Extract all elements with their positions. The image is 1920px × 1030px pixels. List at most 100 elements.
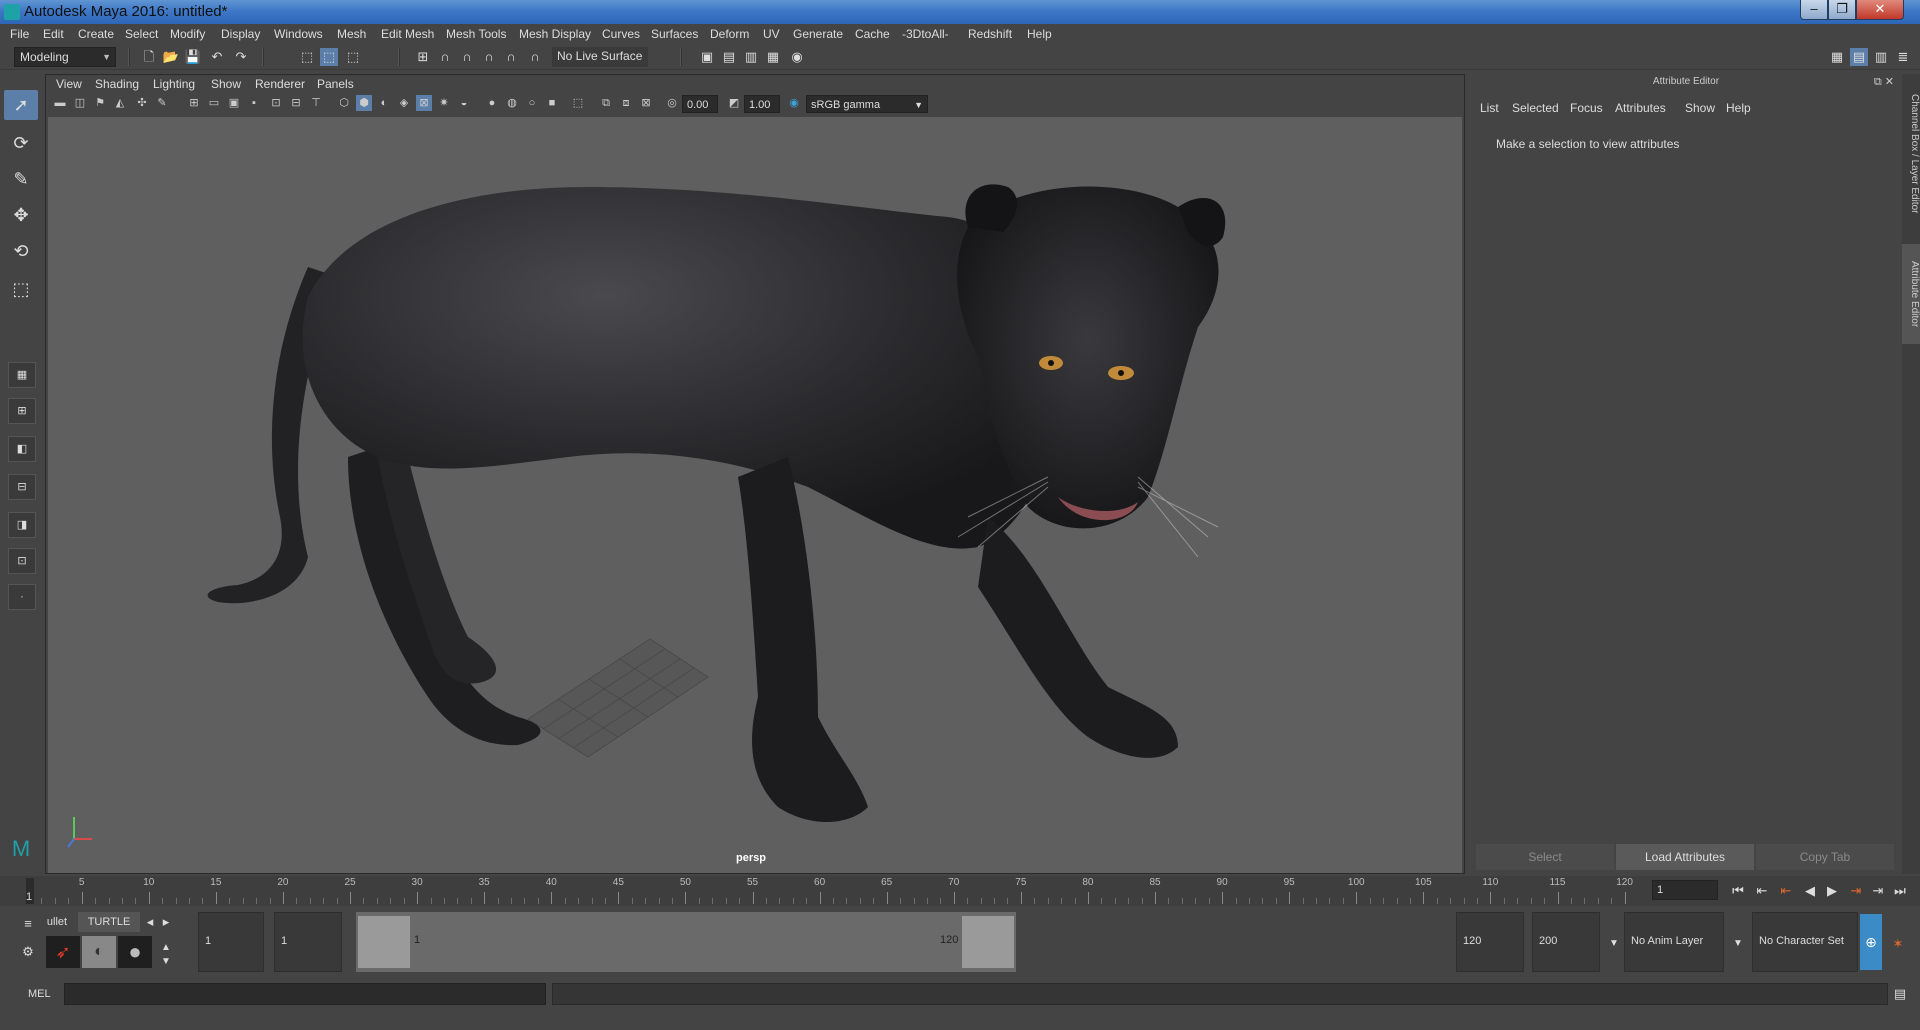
- safe-action-icon[interactable]: ⊟: [288, 95, 304, 111]
- xray-components-icon[interactable]: ⊠: [638, 95, 654, 111]
- shelf-menu-icon[interactable]: ≡: [18, 914, 38, 934]
- shelf-tab-turtle[interactable]: TURTLE: [78, 912, 140, 932]
- step-forward-key-icon[interactable]: ⇥: [1868, 881, 1888, 901]
- playback-range-slider[interactable]: 1 120: [356, 912, 1016, 972]
- step-forward-frame-icon[interactable]: ⇥: [1846, 881, 1866, 901]
- camera-lock-icon[interactable]: ◫: [72, 95, 88, 111]
- menu-modify[interactable]: Modify: [170, 27, 205, 41]
- auto-key-icon[interactable]: ⊕: [1860, 914, 1882, 970]
- field-chart-icon[interactable]: ⊡: [268, 95, 284, 111]
- depth-of-field-icon[interactable]: ■: [544, 95, 560, 111]
- ae-menu-focus[interactable]: Focus: [1570, 101, 1603, 115]
- ae-select-button[interactable]: Select: [1476, 844, 1614, 870]
- range-end-handle[interactable]: [962, 916, 1014, 968]
- ambient-occlusion-icon[interactable]: ●: [484, 95, 500, 111]
- resolution-gate-icon[interactable]: ▣: [226, 95, 242, 111]
- shelf-settings-icon[interactable]: ⚙: [18, 942, 38, 962]
- playback-end-field[interactable]: 120: [1456, 912, 1524, 972]
- current-time-marker[interactable]: 1: [26, 878, 34, 904]
- anti-aliasing-icon[interactable]: ○: [524, 95, 540, 111]
- menu-redshift[interactable]: Redshift: [968, 27, 1012, 41]
- attribute-editor-tab[interactable]: Attribute Editor: [1902, 244, 1920, 344]
- layout-menu-icon[interactable]: ·: [8, 584, 36, 610]
- default-lighting-icon[interactable]: ◐: [376, 95, 392, 111]
- snap-point-icon[interactable]: ∩: [458, 48, 476, 66]
- tool-settings-icon[interactable]: ▥: [1872, 48, 1890, 66]
- ae-menu-attributes[interactable]: Attributes: [1615, 101, 1666, 115]
- rotate-tool-icon[interactable]: ⟲: [4, 236, 38, 266]
- menu-mesh-display[interactable]: Mesh Display: [519, 27, 591, 41]
- persp-graph-layout-icon[interactable]: ⊟: [8, 474, 36, 500]
- wireframe-icon[interactable]: ⬡: [336, 95, 352, 111]
- float-panel-icon[interactable]: ⧉: [1874, 76, 1882, 88]
- animation-start-field[interactable]: 1: [198, 912, 264, 972]
- play-backwards-icon[interactable]: ◀: [1800, 881, 1820, 901]
- shadows-icon[interactable]: ◒: [456, 95, 472, 111]
- exposure-icon[interactable]: ◎: [664, 95, 680, 111]
- attribute-editor-toggle-icon[interactable]: ▤: [1850, 48, 1868, 66]
- safe-title-icon[interactable]: ⊤: [308, 95, 324, 111]
- script-editor-icon[interactable]: ▤: [1890, 984, 1910, 1004]
- step-back-frame-icon[interactable]: ⇤: [1776, 881, 1796, 901]
- grid-icon[interactable]: ⊞: [186, 95, 202, 111]
- xray-joints-icon[interactable]: ⧈: [618, 95, 634, 111]
- current-frame-field[interactable]: 1: [1652, 880, 1718, 900]
- live-surface-field[interactable]: No Live Surface: [552, 47, 648, 67]
- menu-generate[interactable]: Generate: [793, 27, 843, 41]
- ae-copy-tab-button[interactable]: Copy Tab: [1756, 844, 1894, 870]
- snap-grid-icon[interactable]: ⊞: [414, 48, 432, 66]
- viewport-3d-scene[interactable]: [48, 117, 1462, 873]
- go-to-start-icon[interactable]: ⏮: [1728, 881, 1748, 901]
- shelf-scroll-down-icon[interactable]: ▼: [156, 952, 176, 972]
- lasso-tool-icon[interactable]: ⟳: [4, 128, 38, 158]
- persp-outliner-layout-icon[interactable]: ◧: [8, 436, 36, 462]
- step-back-key-icon[interactable]: ⇤: [1752, 881, 1772, 901]
- menu-display[interactable]: Display: [221, 27, 260, 41]
- redo-icon[interactable]: ↷: [232, 48, 250, 66]
- snap-curve-icon[interactable]: ∩: [436, 48, 454, 66]
- range-start-handle[interactable]: [358, 916, 410, 968]
- shelf-tab-bullet[interactable]: ullet: [40, 912, 74, 932]
- minimize-button[interactable]: –: [1800, 0, 1828, 20]
- grease-pencil-icon[interactable]: ✎: [154, 95, 170, 111]
- select-component-icon[interactable]: ⬚: [344, 48, 362, 66]
- panel-menu-shading[interactable]: Shading: [95, 77, 139, 91]
- render-view-icon[interactable]: ▣: [698, 48, 716, 66]
- chevron-down-icon[interactable]: ▼: [1728, 934, 1748, 954]
- film-gate-icon[interactable]: ▭: [206, 95, 222, 111]
- gamma-field[interactable]: 1.00: [744, 95, 780, 113]
- exposure-field[interactable]: 0.00: [682, 95, 718, 113]
- four-view-layout-icon[interactable]: ⊞: [8, 398, 36, 424]
- turtle-sphere-icon[interactable]: ●: [118, 936, 152, 968]
- use-all-lights-icon[interactable]: ✷: [436, 95, 452, 111]
- chevron-down-icon[interactable]: ▼: [1604, 934, 1624, 954]
- menu-surfaces[interactable]: Surfaces: [651, 27, 698, 41]
- menu-uv[interactable]: UV: [763, 27, 780, 41]
- camera-select-icon[interactable]: ▬: [52, 95, 68, 111]
- motion-blur-icon[interactable]: ◍: [504, 95, 520, 111]
- xray-icon[interactable]: ⧉: [598, 95, 614, 111]
- animation-preferences-icon[interactable]: ✶: [1888, 934, 1908, 954]
- close-button[interactable]: ✕: [1856, 0, 1904, 20]
- hypershade-icon[interactable]: ◉: [788, 48, 806, 66]
- turtle-render-icon[interactable]: ➶: [46, 936, 80, 968]
- paint-select-tool-icon[interactable]: ✎: [4, 164, 38, 194]
- bookmark-icon[interactable]: ⚑: [92, 95, 108, 111]
- open-scene-icon[interactable]: 📂: [162, 48, 180, 66]
- ipr-render-icon[interactable]: ▥: [742, 48, 760, 66]
- mel-label[interactable]: MEL: [28, 988, 51, 1000]
- maximize-button[interactable]: ❐: [1828, 0, 1856, 20]
- ae-load-attributes-button[interactable]: Load Attributes: [1616, 844, 1754, 870]
- menu-file[interactable]: File: [10, 27, 29, 41]
- ae-menu-list[interactable]: List: [1480, 101, 1499, 115]
- menu-create[interactable]: Create: [78, 27, 114, 41]
- menu-curves[interactable]: Curves: [602, 27, 640, 41]
- isolate-select-icon[interactable]: ⬚: [570, 95, 586, 111]
- select-hierarchy-icon[interactable]: ⬚: [298, 48, 316, 66]
- ae-menu-show[interactable]: Show: [1685, 101, 1715, 115]
- menu-deform[interactable]: Deform: [710, 27, 749, 41]
- anim-layer-field[interactable]: No Anim Layer: [1624, 912, 1724, 972]
- two-d-pan-icon[interactable]: ✣: [134, 95, 150, 111]
- channel-box-toggle-icon[interactable]: ≣: [1894, 48, 1912, 66]
- ae-menu-selected[interactable]: Selected: [1512, 101, 1559, 115]
